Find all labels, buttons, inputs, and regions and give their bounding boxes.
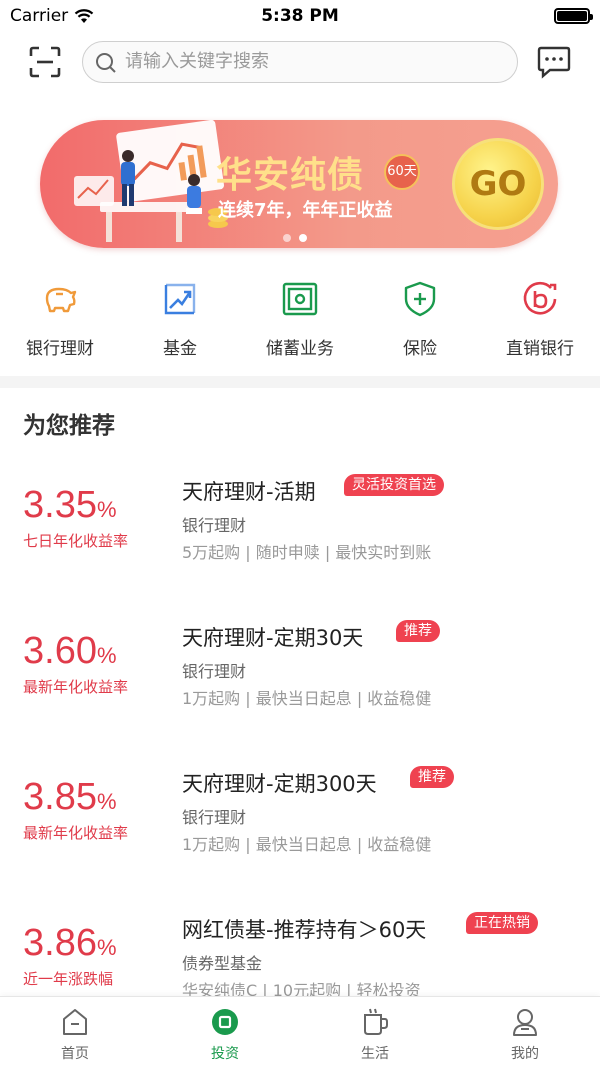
category-direct-bank[interactable]: 直销银行 bbox=[480, 276, 600, 368]
category-label: 储蓄业务 bbox=[266, 339, 334, 359]
category-label: 基金 bbox=[163, 339, 197, 359]
category-label: 保险 bbox=[403, 339, 437, 359]
rate-value: 3.35 bbox=[23, 484, 97, 526]
rate-unit: % bbox=[96, 935, 117, 960]
tab-label: 生活 bbox=[361, 1046, 389, 1062]
product-item[interactable]: 3.86% 近一年涨跌幅 网红债基-推荐持有＞60天 正在热销 债券型基金 华安… bbox=[0, 896, 600, 996]
product-desc: 1万起购 | 最快当日起息 | 收益稳健 bbox=[182, 835, 432, 854]
home-icon bbox=[63, 1009, 87, 1035]
product-rate: 3.35% bbox=[23, 484, 117, 527]
category-nav: 银行理财 基金 储蓄业务 保险 直销银行 bbox=[0, 276, 600, 368]
battery-icon bbox=[554, 8, 593, 24]
product-type: 银行理财 bbox=[182, 662, 247, 681]
category-bank-wealth[interactable]: 银行理财 bbox=[0, 276, 120, 368]
section-title: 为您推荐 bbox=[23, 413, 115, 439]
rate-label: 七日年化收益率 bbox=[23, 532, 129, 550]
rate-label: 最新年化收益率 bbox=[23, 824, 129, 842]
product-type: 债券型基金 bbox=[182, 954, 263, 973]
product-rate: 3.60% bbox=[23, 630, 117, 673]
rate-value: 3.85 bbox=[23, 776, 97, 818]
tab-label: 投资 bbox=[211, 1046, 239, 1062]
category-label: 直销银行 bbox=[506, 339, 574, 359]
safe-box-icon bbox=[282, 282, 318, 316]
product-rate: 3.85% bbox=[23, 776, 117, 819]
banner-title: 华安纯债 bbox=[216, 155, 365, 196]
tab-life[interactable]: 生活 bbox=[300, 997, 450, 1067]
banner-illustration bbox=[74, 120, 228, 242]
tab-home[interactable]: 首页 bbox=[0, 997, 150, 1067]
product-tag: 正在热销 bbox=[466, 912, 538, 934]
scan-icon[interactable] bbox=[28, 45, 62, 79]
product-title: 天府理财-定期300天 bbox=[182, 772, 377, 796]
promo-banner[interactable]: 华安纯债 60天 连续7年，年年正收益 GO bbox=[40, 120, 558, 248]
category-fund[interactable]: 基金 bbox=[120, 276, 240, 368]
product-title: 网红债基-推荐持有＞60天 bbox=[182, 918, 427, 942]
search-box[interactable] bbox=[82, 41, 518, 83]
header bbox=[0, 38, 600, 86]
cup-icon bbox=[364, 1008, 388, 1035]
category-insurance[interactable]: 保险 bbox=[360, 276, 480, 368]
product-tag: 推荐 bbox=[396, 620, 440, 642]
shield-plus-icon bbox=[404, 281, 436, 317]
tab-bar: 首页 投资 生活 我的 bbox=[0, 996, 600, 1067]
search-input[interactable] bbox=[125, 42, 505, 81]
status-bar: Carrier 5:38 PM bbox=[0, 0, 600, 32]
rate-value: 3.60 bbox=[23, 630, 97, 672]
pager-dot[interactable] bbox=[283, 234, 291, 242]
category-savings[interactable]: 储蓄业务 bbox=[240, 276, 360, 368]
banner-badge: 60天 bbox=[384, 154, 420, 190]
product-item[interactable]: 3.35% 七日年化收益率 天府理财-活期 灵活投资首选 银行理财 5万起购 |… bbox=[0, 458, 600, 604]
rate-label: 最新年化收益率 bbox=[23, 678, 129, 696]
search-icon bbox=[96, 53, 116, 73]
pager-dot-active[interactable] bbox=[299, 234, 307, 242]
rate-unit: % bbox=[96, 643, 117, 668]
chart-trend-icon bbox=[164, 283, 196, 315]
product-item[interactable]: 3.85% 最新年化收益率 天府理财-定期300天 推荐 银行理财 1万起购 |… bbox=[0, 750, 600, 896]
banner-pager bbox=[283, 234, 307, 242]
piggy-bank-icon bbox=[45, 287, 77, 313]
product-title: 天府理财-活期 bbox=[182, 480, 316, 504]
category-label: 银行理财 bbox=[26, 339, 94, 359]
product-type: 银行理财 bbox=[182, 516, 247, 535]
product-rate: 3.86% bbox=[23, 922, 117, 965]
product-desc: 1万起购 | 最快当日起息 | 收益稳健 bbox=[182, 689, 432, 708]
product-tag: 推荐 bbox=[410, 766, 454, 788]
product-tag: 灵活投资首选 bbox=[344, 474, 444, 496]
rate-unit: % bbox=[96, 789, 117, 814]
user-icon bbox=[513, 1009, 537, 1036]
invest-icon bbox=[212, 1009, 238, 1035]
direct-bank-icon bbox=[523, 281, 557, 315]
product-item[interactable]: 3.60% 最新年化收益率 天府理财-定期30天 推荐 银行理财 1万起购 | … bbox=[0, 604, 600, 750]
go-button[interactable]: GO bbox=[452, 138, 544, 230]
tab-mine[interactable]: 我的 bbox=[450, 997, 600, 1067]
message-icon[interactable] bbox=[536, 45, 572, 79]
rate-label: 近一年涨跌幅 bbox=[23, 970, 114, 988]
product-type: 银行理财 bbox=[182, 808, 247, 827]
status-time: 5:38 PM bbox=[261, 6, 339, 26]
tab-label: 我的 bbox=[511, 1046, 539, 1062]
tab-invest[interactable]: 投资 bbox=[150, 997, 300, 1067]
product-desc: 5万起购 | 随时申赎 | 最快实时到账 bbox=[182, 543, 432, 562]
banner-subtitle: 连续7年，年年正收益 bbox=[218, 200, 393, 221]
product-desc: 华安纯债C | 10元起购 | 轻松投资 bbox=[182, 981, 421, 996]
rate-value: 3.86 bbox=[23, 922, 97, 964]
rate-unit: % bbox=[96, 497, 117, 522]
tab-label: 首页 bbox=[61, 1046, 89, 1062]
section-divider bbox=[0, 376, 600, 388]
product-title: 天府理财-定期30天 bbox=[182, 626, 364, 650]
